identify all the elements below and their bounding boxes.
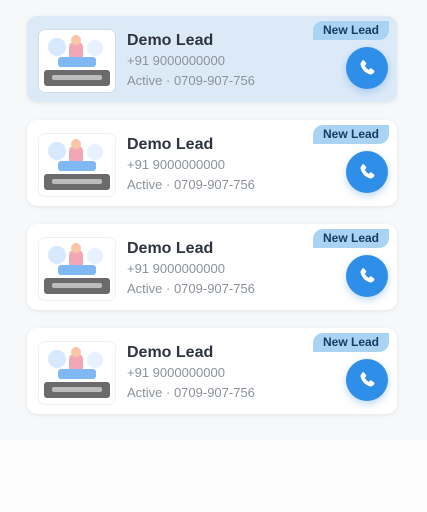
call-button[interactable] — [346, 151, 388, 193]
new-lead-badge: New Lead — [312, 333, 389, 352]
lead-phone: +91 9000000000 — [127, 53, 225, 68]
lead-thumbnail-image — [39, 30, 115, 92]
lead-card-2[interactable]: Demo Lead +91 9000000000 Active · 0709-9… — [27, 120, 397, 206]
lead-card-3[interactable]: Demo Lead +91 9000000000 Active · 0709-9… — [27, 224, 397, 310]
lead-list: Demo Lead +91 9000000000 Active · 0709-9… — [27, 16, 397, 432]
empty-list-footer-space — [0, 440, 427, 512]
lead-thumbnail-image — [39, 342, 115, 404]
lead-phone: +91 9000000000 — [127, 365, 225, 380]
new-lead-badge: New Lead — [312, 229, 389, 248]
lead-thumbnail-image — [39, 238, 115, 300]
lead-list-screen: Demo Lead +91 9000000000 Active · 0709-9… — [0, 0, 427, 512]
lead-card-1[interactable]: Demo Lead +91 9000000000 Active · 0709-9… — [27, 16, 397, 102]
lead-name: Demo Lead — [127, 136, 214, 153]
phone-icon — [360, 164, 375, 179]
lead-phone: +91 9000000000 — [127, 261, 225, 276]
lead-avatar-illustration-icon — [39, 134, 115, 196]
call-button[interactable] — [346, 359, 388, 401]
new-lead-badge: New Lead — [312, 125, 389, 144]
lead-status: Active · 0709-907-756 — [127, 73, 255, 88]
lead-name: Demo Lead — [127, 344, 214, 361]
lead-phone: +91 9000000000 — [127, 157, 225, 172]
lead-info: Demo Lead +91 9000000000 Active · 0709-9… — [127, 135, 337, 195]
lead-status: Active · 0709-907-756 — [127, 281, 255, 296]
lead-avatar-illustration-icon — [39, 238, 115, 300]
lead-card-4[interactable]: Demo Lead +91 9000000000 Active · 0709-9… — [27, 328, 397, 414]
lead-avatar-illustration-icon — [39, 30, 115, 92]
phone-icon — [360, 60, 375, 75]
lead-info: Demo Lead +91 9000000000 Active · 0709-9… — [127, 239, 337, 299]
lead-info: Demo Lead +91 9000000000 Active · 0709-9… — [127, 31, 337, 91]
lead-thumbnail-image — [39, 134, 115, 196]
call-button[interactable] — [346, 47, 388, 89]
lead-name: Demo Lead — [127, 32, 214, 49]
lead-avatar-illustration-icon — [39, 342, 115, 404]
new-lead-badge: New Lead — [312, 21, 389, 40]
call-button[interactable] — [346, 255, 388, 297]
lead-info: Demo Lead +91 9000000000 Active · 0709-9… — [127, 343, 337, 403]
lead-name: Demo Lead — [127, 240, 214, 257]
phone-icon — [360, 268, 375, 283]
lead-status: Active · 0709-907-756 — [127, 177, 255, 192]
lead-status: Active · 0709-907-756 — [127, 385, 255, 400]
phone-icon — [360, 372, 375, 387]
